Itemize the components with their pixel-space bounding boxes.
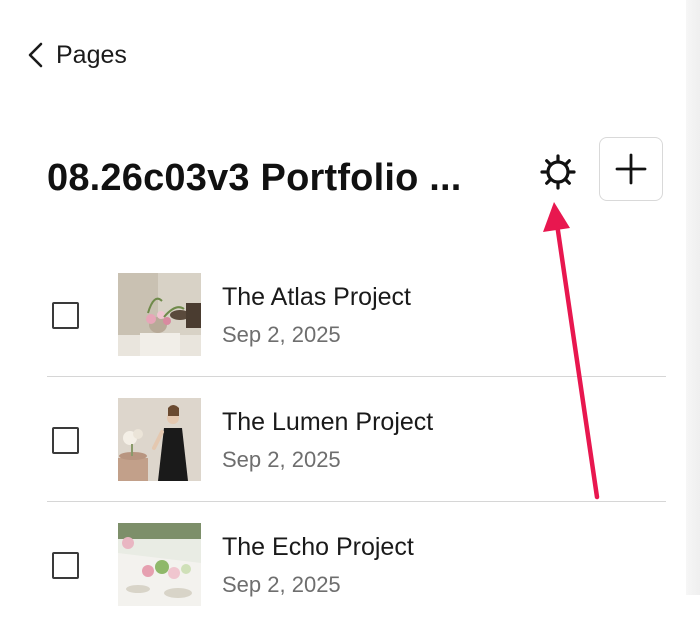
pages-list: The Atlas Project Sep 2, 2025 The Lumen … xyxy=(0,252,666,627)
select-checkbox[interactable] xyxy=(52,552,79,579)
page-date: Sep 2, 2025 xyxy=(222,322,341,347)
settings-button[interactable] xyxy=(534,148,582,196)
page-thumbnail[interactable] xyxy=(118,398,201,481)
page-title: 08.26c03v3 Portfolio ... xyxy=(47,157,462,199)
back-to-pages-link[interactable]: Pages xyxy=(24,38,127,72)
page-thumbnail[interactable] xyxy=(118,273,201,356)
select-checkbox[interactable] xyxy=(52,427,79,454)
list-item: The Lumen Project Sep 2, 2025 xyxy=(47,377,666,502)
page-date: Sep 2, 2025 xyxy=(222,572,341,597)
page-title-link[interactable]: The Echo Project xyxy=(222,533,414,562)
select-checkbox[interactable] xyxy=(52,302,79,329)
plus-icon xyxy=(615,153,647,185)
page-title-link[interactable]: The Atlas Project xyxy=(222,283,411,312)
back-label: Pages xyxy=(56,40,127,69)
list-item: The Atlas Project Sep 2, 2025 xyxy=(47,252,666,377)
page-date: Sep 2, 2025 xyxy=(222,447,341,472)
list-item: The Echo Project Sep 2, 2025 xyxy=(47,502,666,627)
chevron-left-icon xyxy=(28,42,43,68)
panel-edge xyxy=(686,0,700,595)
gear-icon xyxy=(540,154,576,190)
add-page-button[interactable] xyxy=(599,137,663,201)
page-title-link[interactable]: The Lumen Project xyxy=(222,408,433,437)
page-thumbnail[interactable] xyxy=(118,523,201,606)
